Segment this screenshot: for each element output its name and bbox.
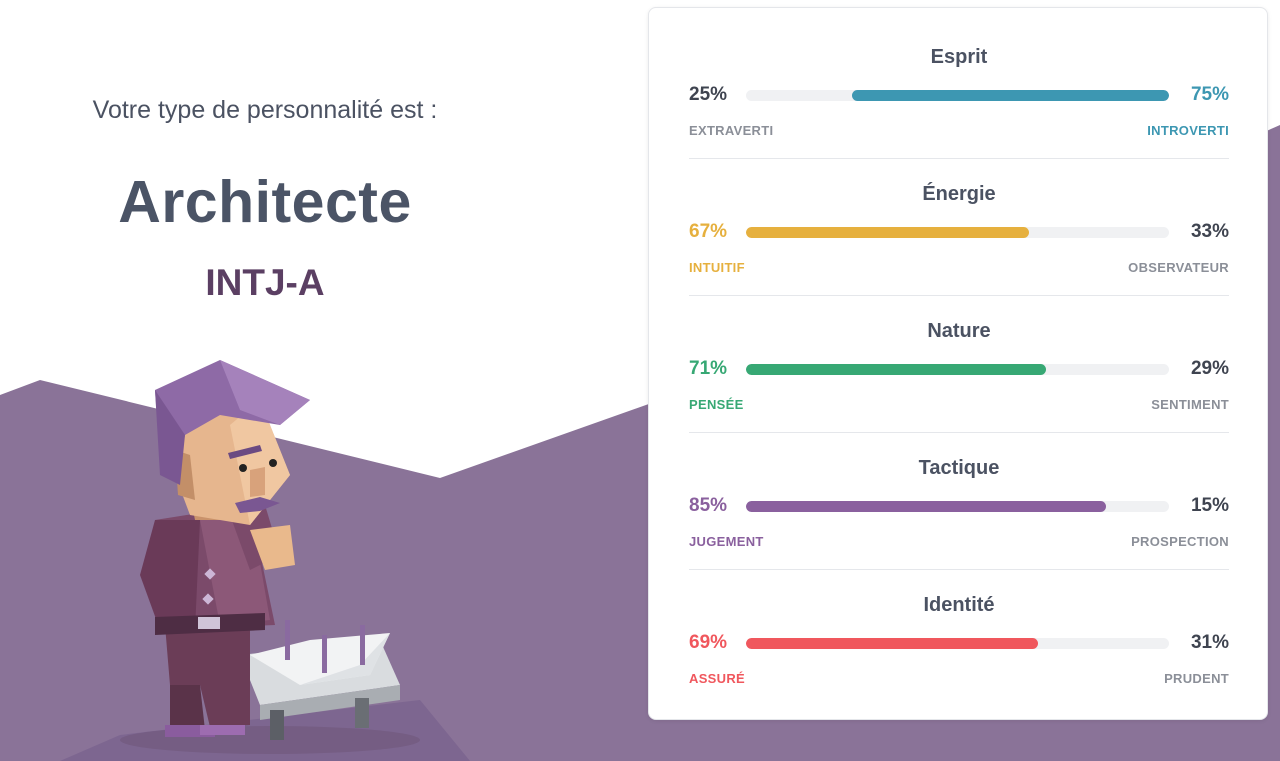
trait-right-label: OBSERVATEUR bbox=[1128, 260, 1229, 275]
trait-left-percent: 85% bbox=[689, 495, 728, 516]
trait-right-percent: 33% bbox=[1190, 221, 1229, 242]
trait-left-label: ASSURÉ bbox=[689, 671, 745, 686]
trait-right-label: SENTIMENT bbox=[1151, 397, 1229, 412]
trait-bar-track bbox=[746, 364, 1169, 375]
intro-text: Votre type de personnalité est : bbox=[92, 96, 438, 124]
trait-right-percent: 29% bbox=[1190, 358, 1229, 379]
trait-right-label: INTROVERTI bbox=[1147, 123, 1229, 138]
trait-title: Identité bbox=[923, 594, 995, 616]
trait-left-percent: 25% bbox=[689, 84, 728, 105]
trait-title: Tactique bbox=[918, 457, 1000, 479]
trait-right-percent: 15% bbox=[1190, 495, 1229, 516]
trait-bar-fill bbox=[851, 90, 1169, 101]
personality-type-name: Architecte bbox=[118, 169, 412, 235]
trait-right-percent: 31% bbox=[1190, 632, 1229, 653]
personality-type-code: INTJ-A bbox=[205, 262, 325, 303]
trait-bar-fill bbox=[746, 501, 1106, 512]
trait-left-label: EXTRAVERTI bbox=[689, 123, 774, 138]
trait-title: Esprit bbox=[930, 46, 988, 68]
trait-left-label: PENSÉE bbox=[689, 397, 744, 412]
traits-card: Esprit 25% 75% EXTRAVERTI INTROVERTI Éne… bbox=[648, 7, 1268, 720]
trait-right-label: PRUDENT bbox=[1164, 671, 1229, 686]
trait-left-percent: 71% bbox=[689, 358, 728, 379]
trait-bar-track bbox=[746, 227, 1169, 238]
trait-bar-fill bbox=[746, 638, 1038, 649]
trait-right-label: PROSPECTION bbox=[1131, 534, 1229, 549]
trait-bar-track bbox=[746, 90, 1169, 101]
trait-title: Nature bbox=[927, 320, 991, 342]
trait-left-label: INTUITIF bbox=[689, 260, 745, 275]
trait-title: Énergie bbox=[922, 183, 996, 205]
trait-bar-fill bbox=[746, 364, 1047, 375]
trait-left-label: JUGEMENT bbox=[689, 534, 764, 549]
trait-energie: Énergie 67% 33% INTUITIF OBSERVATEUR bbox=[689, 145, 1229, 296]
trait-right-percent: 75% bbox=[1190, 84, 1229, 105]
trait-bar-track bbox=[746, 638, 1169, 649]
trait-esprit: Esprit 25% 75% EXTRAVERTI INTROVERTI bbox=[689, 8, 1229, 159]
trait-bar-track bbox=[746, 501, 1169, 512]
trait-nature: Nature 71% 29% PENSÉE SENTIMENT bbox=[689, 282, 1229, 433]
trait-bar-fill bbox=[746, 227, 1030, 238]
trait-tactique: Tactique 85% 15% JUGEMENT PROSPECTION bbox=[689, 419, 1229, 570]
architect-character-illustration bbox=[120, 360, 420, 754]
trait-identite: Identité 69% 31% ASSURÉ PRUDENT bbox=[689, 556, 1229, 693]
trait-left-percent: 69% bbox=[689, 632, 728, 653]
trait-left-percent: 67% bbox=[689, 221, 728, 242]
